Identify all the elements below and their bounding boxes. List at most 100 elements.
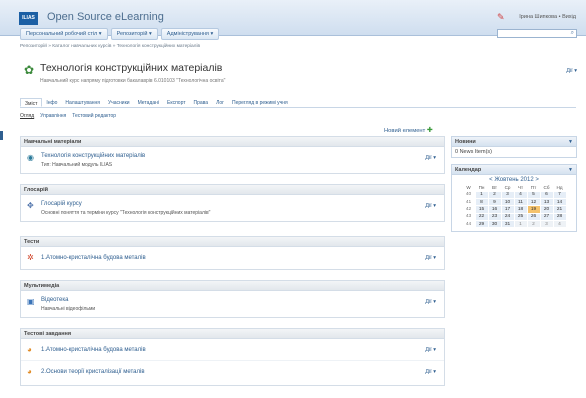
calendar-day[interactable]: 28 bbox=[552, 212, 567, 222]
calendar-day[interactable]: 15 bbox=[474, 205, 489, 214]
test-icon: ✲ bbox=[27, 253, 34, 262]
calendar-day[interactable]: 30 bbox=[487, 220, 502, 229]
calendar-day[interactable]: 3 bbox=[539, 220, 554, 229]
section-title: Тестові завдання bbox=[21, 329, 444, 339]
calendar-day[interactable]: 6 bbox=[539, 190, 554, 199]
calendar-day[interactable]: 1 bbox=[474, 190, 489, 199]
week-number: 42 bbox=[461, 205, 476, 214]
calendar-day[interactable]: 18 bbox=[513, 205, 528, 214]
calendar-day[interactable]: 16 bbox=[487, 205, 502, 214]
search-icon[interactable]: ⌕ bbox=[571, 30, 574, 37]
calendar-day[interactable]: 14 bbox=[552, 197, 567, 207]
tab-metadata[interactable]: Метадані bbox=[134, 98, 163, 107]
main-menu: Персональний робочий стіл ▾ Репозиторій … bbox=[20, 28, 220, 40]
calendar-day[interactable]: 7 bbox=[552, 190, 567, 199]
item-link[interactable]: Технологія конструкційних матеріалів bbox=[41, 153, 145, 159]
calendar-day[interactable]: 4 bbox=[552, 220, 567, 229]
calendar-day[interactable]: 25 bbox=[513, 212, 528, 222]
item-description: Навчальні відеофільми bbox=[41, 306, 96, 312]
list-item: ✲ 1.Атомно-кристалічна будова металів Ді… bbox=[21, 247, 444, 269]
calendar-day[interactable]: 19 bbox=[526, 205, 541, 214]
calendar-day[interactable]: 12 bbox=[526, 197, 541, 207]
calendar-day[interactable]: 4 bbox=[513, 190, 528, 199]
new-item-label: Новий елемент bbox=[384, 128, 426, 134]
item-actions-dropdown[interactable]: Дії ▾ bbox=[425, 155, 436, 161]
calendar-day[interactable]: 17 bbox=[500, 205, 515, 214]
item-actions-dropdown[interactable]: Дії ▾ bbox=[425, 369, 436, 375]
news-body: 0 News Item(s) bbox=[455, 149, 492, 155]
calendar-day[interactable]: 31 bbox=[500, 220, 515, 229]
glossary-icon: ✥ bbox=[27, 201, 34, 210]
weekday-header: Сб bbox=[543, 184, 550, 190]
item-link[interactable]: Глосарій курсу bbox=[41, 201, 82, 207]
user-menu[interactable]: Ірина Шипкова • Вихід bbox=[519, 14, 576, 20]
subtab-manage[interactable]: Управління bbox=[40, 113, 66, 119]
breadcrumb[interactable]: Репозиторій » Каталог навчальних курсів … bbox=[20, 44, 200, 49]
subtab-overview[interactable]: Огляд bbox=[20, 113, 34, 119]
menu-repository[interactable]: Репозиторій ▾ bbox=[110, 28, 158, 40]
exercise-icon: ◕ bbox=[27, 367, 32, 376]
learning-module-icon: ◉ bbox=[27, 153, 34, 162]
search-input[interactable]: ⌕ bbox=[497, 29, 577, 38]
calendar-day[interactable]: 9 bbox=[487, 197, 502, 207]
calendar-day[interactable]: 8 bbox=[474, 197, 489, 207]
week-number: 41 bbox=[461, 197, 476, 207]
calendar-title-text: Календар bbox=[455, 167, 482, 173]
tab-content[interactable]: Зміст bbox=[20, 98, 43, 107]
section-title: Навчальні матеріали bbox=[21, 137, 444, 147]
section-test-assignments: Тестові завдання ◕ 1.Атомно-кристалічна … bbox=[20, 328, 445, 386]
tab-members[interactable]: Учасники bbox=[104, 98, 134, 107]
sub-tab-bar: Огляд Управління Тестовий редактор bbox=[20, 113, 116, 119]
calendar-month-nav[interactable]: < Жовтень 2012 > bbox=[452, 175, 576, 184]
menu-personal-desktop[interactable]: Персональний робочий стіл ▾ bbox=[20, 28, 108, 40]
calendar-day[interactable]: 2 bbox=[487, 190, 502, 199]
calendar-day[interactable]: 1 bbox=[513, 220, 528, 229]
weekday-header: W bbox=[466, 184, 471, 190]
tab-permissions[interactable]: Права bbox=[190, 98, 213, 107]
item-actions-dropdown[interactable]: Дії ▾ bbox=[425, 203, 436, 209]
item-link[interactable]: 1.Атомно-кристалічна будова металів bbox=[41, 255, 146, 261]
item-description: Основні поняття та терміни курсу "Технол… bbox=[41, 210, 211, 216]
ilias-logo[interactable]: ILIAS bbox=[19, 12, 38, 25]
calendar-day[interactable]: 10 bbox=[500, 197, 515, 207]
calendar-day[interactable]: 21 bbox=[552, 205, 567, 214]
chevron-down-icon[interactable]: ▼ bbox=[568, 139, 573, 145]
plus-icon: ✚ bbox=[426, 127, 433, 134]
item-actions-dropdown[interactable]: Дії ▾ bbox=[425, 299, 436, 305]
tab-student-view[interactable]: Перегляд в режимі учня bbox=[228, 98, 292, 107]
calendar-day[interactable]: 13 bbox=[539, 197, 554, 207]
calendar-day[interactable]: 23 bbox=[487, 212, 502, 222]
calendar-day[interactable]: 27 bbox=[539, 212, 554, 222]
calendar-day[interactable]: 2 bbox=[526, 220, 541, 229]
calendar-day[interactable]: 24 bbox=[500, 212, 515, 222]
tab-export[interactable]: Експорт bbox=[163, 98, 190, 107]
week-number: 44 bbox=[461, 220, 476, 229]
item-link[interactable]: 2.Основи теорії кристалізації металів bbox=[41, 369, 145, 375]
item-description: Тип: Навчальний модуль ILIAS bbox=[41, 162, 113, 168]
subtab-editor[interactable]: Тестовий редактор bbox=[72, 113, 116, 119]
menu-administration[interactable]: Адміністрування ▾ bbox=[160, 28, 220, 40]
list-item: ◕ 1.Атомно-кристалічна будова металів Ді… bbox=[21, 339, 444, 361]
calendar-day[interactable]: 3 bbox=[500, 190, 515, 199]
tab-log[interactable]: Лог bbox=[212, 98, 228, 107]
left-edge-marker bbox=[0, 131, 3, 140]
actions-dropdown[interactable]: Дії ▾ bbox=[566, 68, 577, 74]
tab-settings[interactable]: Налаштування bbox=[61, 98, 104, 107]
calendar-day[interactable]: 20 bbox=[539, 205, 554, 214]
item-link[interactable]: Відеотека bbox=[41, 297, 69, 303]
chevron-down-icon[interactable]: ▼ bbox=[568, 167, 573, 173]
tab-info[interactable]: Інфо bbox=[42, 98, 61, 107]
list-item: ▣ Відеотека Навчальні відеофільми Дії ▾ bbox=[21, 291, 444, 317]
calendar-day[interactable]: 11 bbox=[513, 197, 528, 207]
calendar-day[interactable]: 5 bbox=[526, 190, 541, 199]
item-actions-dropdown[interactable]: Дії ▾ bbox=[425, 255, 436, 261]
calendar-day[interactable]: 29 bbox=[474, 220, 489, 229]
weekday-header: Вт bbox=[491, 184, 497, 190]
calendar-day[interactable]: 26 bbox=[526, 212, 541, 222]
section-glossary: Глосарій ✥ Глосарій курсу Основні понятт… bbox=[20, 184, 445, 222]
item-link[interactable]: 1.Атомно-кристалічна будова металів bbox=[41, 347, 146, 353]
new-item-button[interactable]: Новий елемент ✚ bbox=[384, 126, 433, 134]
calendar-day[interactable]: 22 bbox=[474, 212, 489, 222]
news-title: Новини ▼ bbox=[452, 137, 576, 147]
item-actions-dropdown[interactable]: Дії ▾ bbox=[425, 347, 436, 353]
